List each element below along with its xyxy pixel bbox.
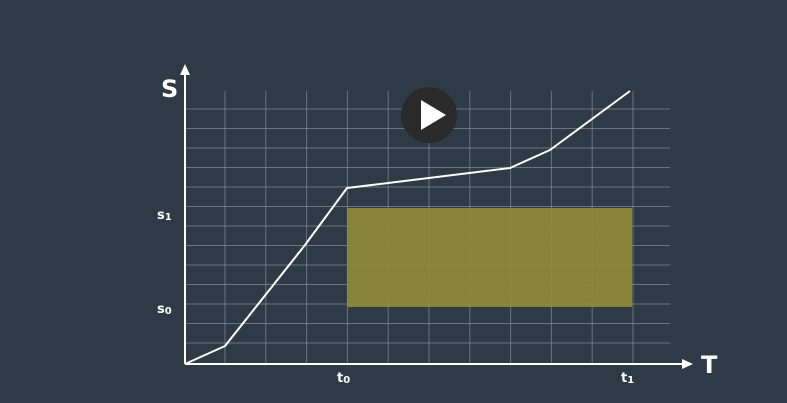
x-tick-t1-sub: 1 (627, 375, 635, 386)
y-tick-s1: s1 (157, 209, 172, 223)
play-button[interactable] (401, 87, 457, 143)
x-axis-arrowhead (682, 359, 693, 369)
occupied-region (347, 208, 632, 307)
y-axis-arrowhead (180, 64, 190, 75)
st-diagram (180, 64, 693, 369)
x-tick-t0: t0 (337, 372, 350, 386)
x-tick-t0-sub: 0 (343, 375, 351, 386)
y-tick-s0-main: s (157, 302, 165, 317)
x-tick-t1: t1 (621, 372, 634, 386)
y-axis-label: S (161, 75, 179, 103)
y-tick-s1-sub: 1 (164, 212, 172, 223)
y-tick-s1-main: s (157, 208, 165, 223)
y-tick-s0: s0 (157, 303, 172, 317)
y-tick-s0-sub: 0 (164, 306, 172, 317)
play-icon (421, 100, 446, 130)
x-axis-label: T (701, 351, 718, 379)
video-player[interactable]: S T s1 s0 t0 t1 (0, 0, 787, 403)
